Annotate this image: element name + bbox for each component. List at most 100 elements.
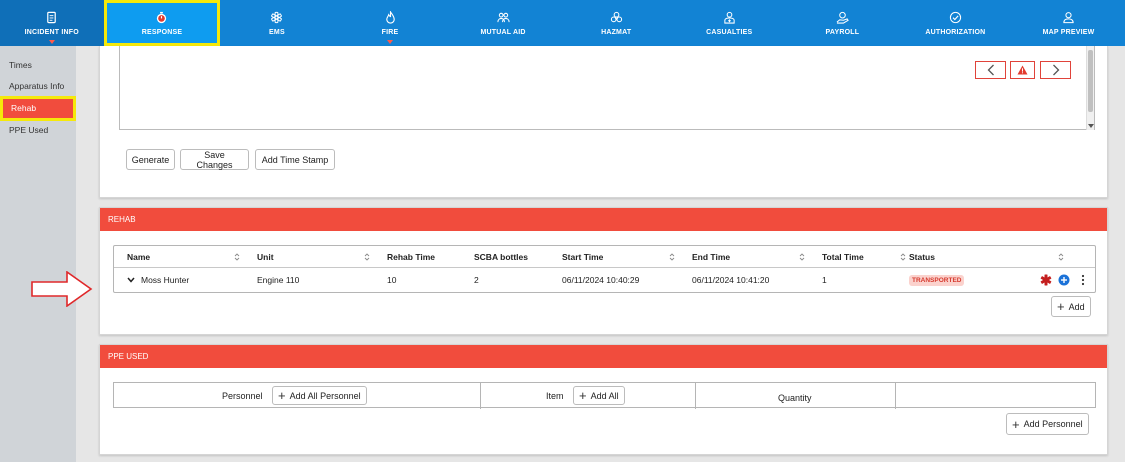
nav-label: INCIDENT INFO (24, 28, 79, 36)
star-of-life-icon (270, 11, 284, 25)
top-nav: INCIDENT INFO RESPONSE EMS FIRE MUTUAL A… (0, 0, 1125, 46)
star-of-life-icon[interactable] (1040, 274, 1052, 286)
people-icon (496, 11, 510, 25)
nav-label: EMS (269, 28, 285, 36)
nav-label: HAZMAT (601, 28, 632, 36)
add-rehab-button[interactable]: + Add (1051, 296, 1091, 317)
chevron-left-icon (987, 64, 994, 76)
add-all-button[interactable]: + Add All (573, 386, 625, 405)
cell-end-time: 06/11/2024 10:41:20 (692, 275, 770, 285)
add-personnel-button[interactable]: + Add Personnel (1006, 413, 1089, 435)
nav-authorization[interactable]: AUTHORIZATION (899, 0, 1012, 46)
cell-rehab-time: 10 (387, 275, 397, 285)
rehab-table: Name Unit Rehab Time SCBA bottles Start … (113, 245, 1096, 293)
next-button[interactable] (1040, 61, 1071, 79)
status-badge: TRANSPORTED (909, 275, 965, 286)
alert-caret-icon (48, 40, 55, 44)
prev-button[interactable] (975, 61, 1006, 79)
rehab-card: REHAB Name Unit Rehab Time SCBA bottles … (99, 207, 1108, 335)
money-hand-icon (835, 11, 849, 25)
col-scba-bottles[interactable]: SCBA bottles (474, 246, 528, 268)
warning-button[interactable] (1010, 61, 1035, 79)
map-pin-user-icon (1061, 11, 1075, 25)
table-header: Name Unit Rehab Time SCBA bottles Start … (114, 246, 1095, 268)
narrative-textarea[interactable] (119, 46, 1095, 130)
add-circle-icon[interactable] (1058, 274, 1070, 286)
scrollbar-thumb[interactable] (1088, 50, 1093, 112)
col-start-time[interactable]: Start Time (562, 246, 603, 268)
alert-caret-icon (387, 40, 394, 44)
nav-label: MAP PREVIEW (1042, 28, 1095, 36)
plus-icon: + (278, 388, 286, 403)
chevron-down-icon[interactable] (127, 277, 135, 283)
warning-icon (1017, 65, 1028, 75)
textarea-scrollbar[interactable] (1086, 46, 1094, 130)
add-label: Add (1068, 301, 1085, 312)
nav-incident-info[interactable]: INCIDENT INFO (0, 0, 104, 46)
sidebar-item-apparatus-info[interactable]: Apparatus Info (0, 76, 76, 97)
generate-button[interactable]: Generate (126, 149, 175, 170)
add-all-personnel-button[interactable]: + Add All Personnel (272, 386, 367, 405)
add-time-stamp-button[interactable]: Add Time Stamp (255, 149, 335, 170)
nav-label: PAYROLL (825, 28, 860, 36)
col-end-time[interactable]: End Time (692, 246, 730, 268)
col-rehab-time[interactable]: Rehab Time (387, 246, 435, 268)
narrative-card: Generate Save Changes Add Time Stamp (99, 46, 1108, 198)
ppe-item-cell: Item + Add All (481, 383, 696, 409)
sidebar-item-ppe-used[interactable]: PPE Used (0, 120, 76, 141)
nav-fire[interactable]: FIRE (333, 0, 446, 46)
cell-unit: Engine 110 (257, 275, 300, 285)
ppe-quantity-cell: Quantity (696, 383, 896, 409)
col-name[interactable]: Name (127, 246, 150, 268)
cell-name: Moss Hunter (141, 275, 190, 285)
sort-icon[interactable] (1058, 252, 1064, 262)
col-unit[interactable]: Unit (257, 246, 274, 268)
sort-icon[interactable] (364, 252, 370, 262)
col-total-time[interactable]: Total Time (822, 246, 864, 268)
nav-response[interactable]: RESPONSE (103, 0, 221, 46)
nav-casualties[interactable]: CASUALTIES (673, 0, 786, 46)
add-all-label: Add All (590, 390, 619, 401)
sidebar-item-rehab[interactable]: Rehab (0, 96, 76, 121)
annotation-arrow (31, 271, 93, 307)
casualty-icon (722, 11, 736, 25)
ppe-header: PPE USED (100, 345, 1107, 368)
check-circle-icon (948, 11, 962, 25)
nav-payroll[interactable]: PAYROLL (786, 0, 899, 46)
sidebar-item-times[interactable]: Times (0, 55, 76, 76)
flame-icon (383, 11, 397, 25)
chevron-right-icon (1052, 64, 1059, 76)
ppe-card: PPE USED Personnel + Add All Personnel I… (99, 344, 1108, 455)
sort-icon[interactable] (799, 252, 805, 262)
save-changes-button[interactable]: Save Changes (180, 149, 249, 170)
plus-icon: + (579, 388, 587, 403)
scroll-down-icon[interactable] (1088, 124, 1094, 128)
table-row[interactable]: Moss Hunter Engine 110 10 2 06/11/2024 1… (114, 268, 1095, 292)
personnel-label: Personnel (222, 391, 263, 401)
document-icon (45, 11, 59, 25)
sort-icon[interactable] (669, 252, 675, 262)
plus-icon: + (1057, 299, 1065, 314)
col-status[interactable]: Status (909, 246, 935, 268)
stopwatch-icon (155, 11, 169, 25)
nav-ems[interactable]: EMS (220, 0, 333, 46)
nav-hazmat[interactable]: HAZMAT (560, 0, 673, 46)
sort-icon[interactable] (234, 252, 240, 262)
nav-mutual-aid[interactable]: MUTUAL AID (447, 0, 560, 46)
add-personnel-label: Add Personnel (1023, 419, 1083, 429)
quantity-label: Quantity (778, 393, 812, 403)
plus-icon: + (1012, 416, 1020, 432)
nav-label: MUTUAL AID (480, 28, 526, 36)
nav-map-preview[interactable]: MAP PREVIEW (1012, 0, 1125, 46)
biohazard-icon (609, 11, 623, 25)
more-vertical-icon[interactable] (1080, 274, 1086, 286)
cell-start-time: 06/11/2024 10:40:29 (562, 275, 640, 285)
ppe-table: Personnel + Add All Personnel Item + Add… (113, 382, 1096, 409)
rehab-header: REHAB (100, 208, 1107, 231)
ppe-actions-cell (896, 383, 1095, 409)
cell-total-time: 1 (822, 275, 827, 285)
nav-label: AUTHORIZATION (925, 28, 986, 36)
item-label: Item (546, 391, 564, 401)
sort-icon[interactable] (900, 252, 906, 262)
add-all-personnel-label: Add All Personnel (289, 390, 361, 401)
